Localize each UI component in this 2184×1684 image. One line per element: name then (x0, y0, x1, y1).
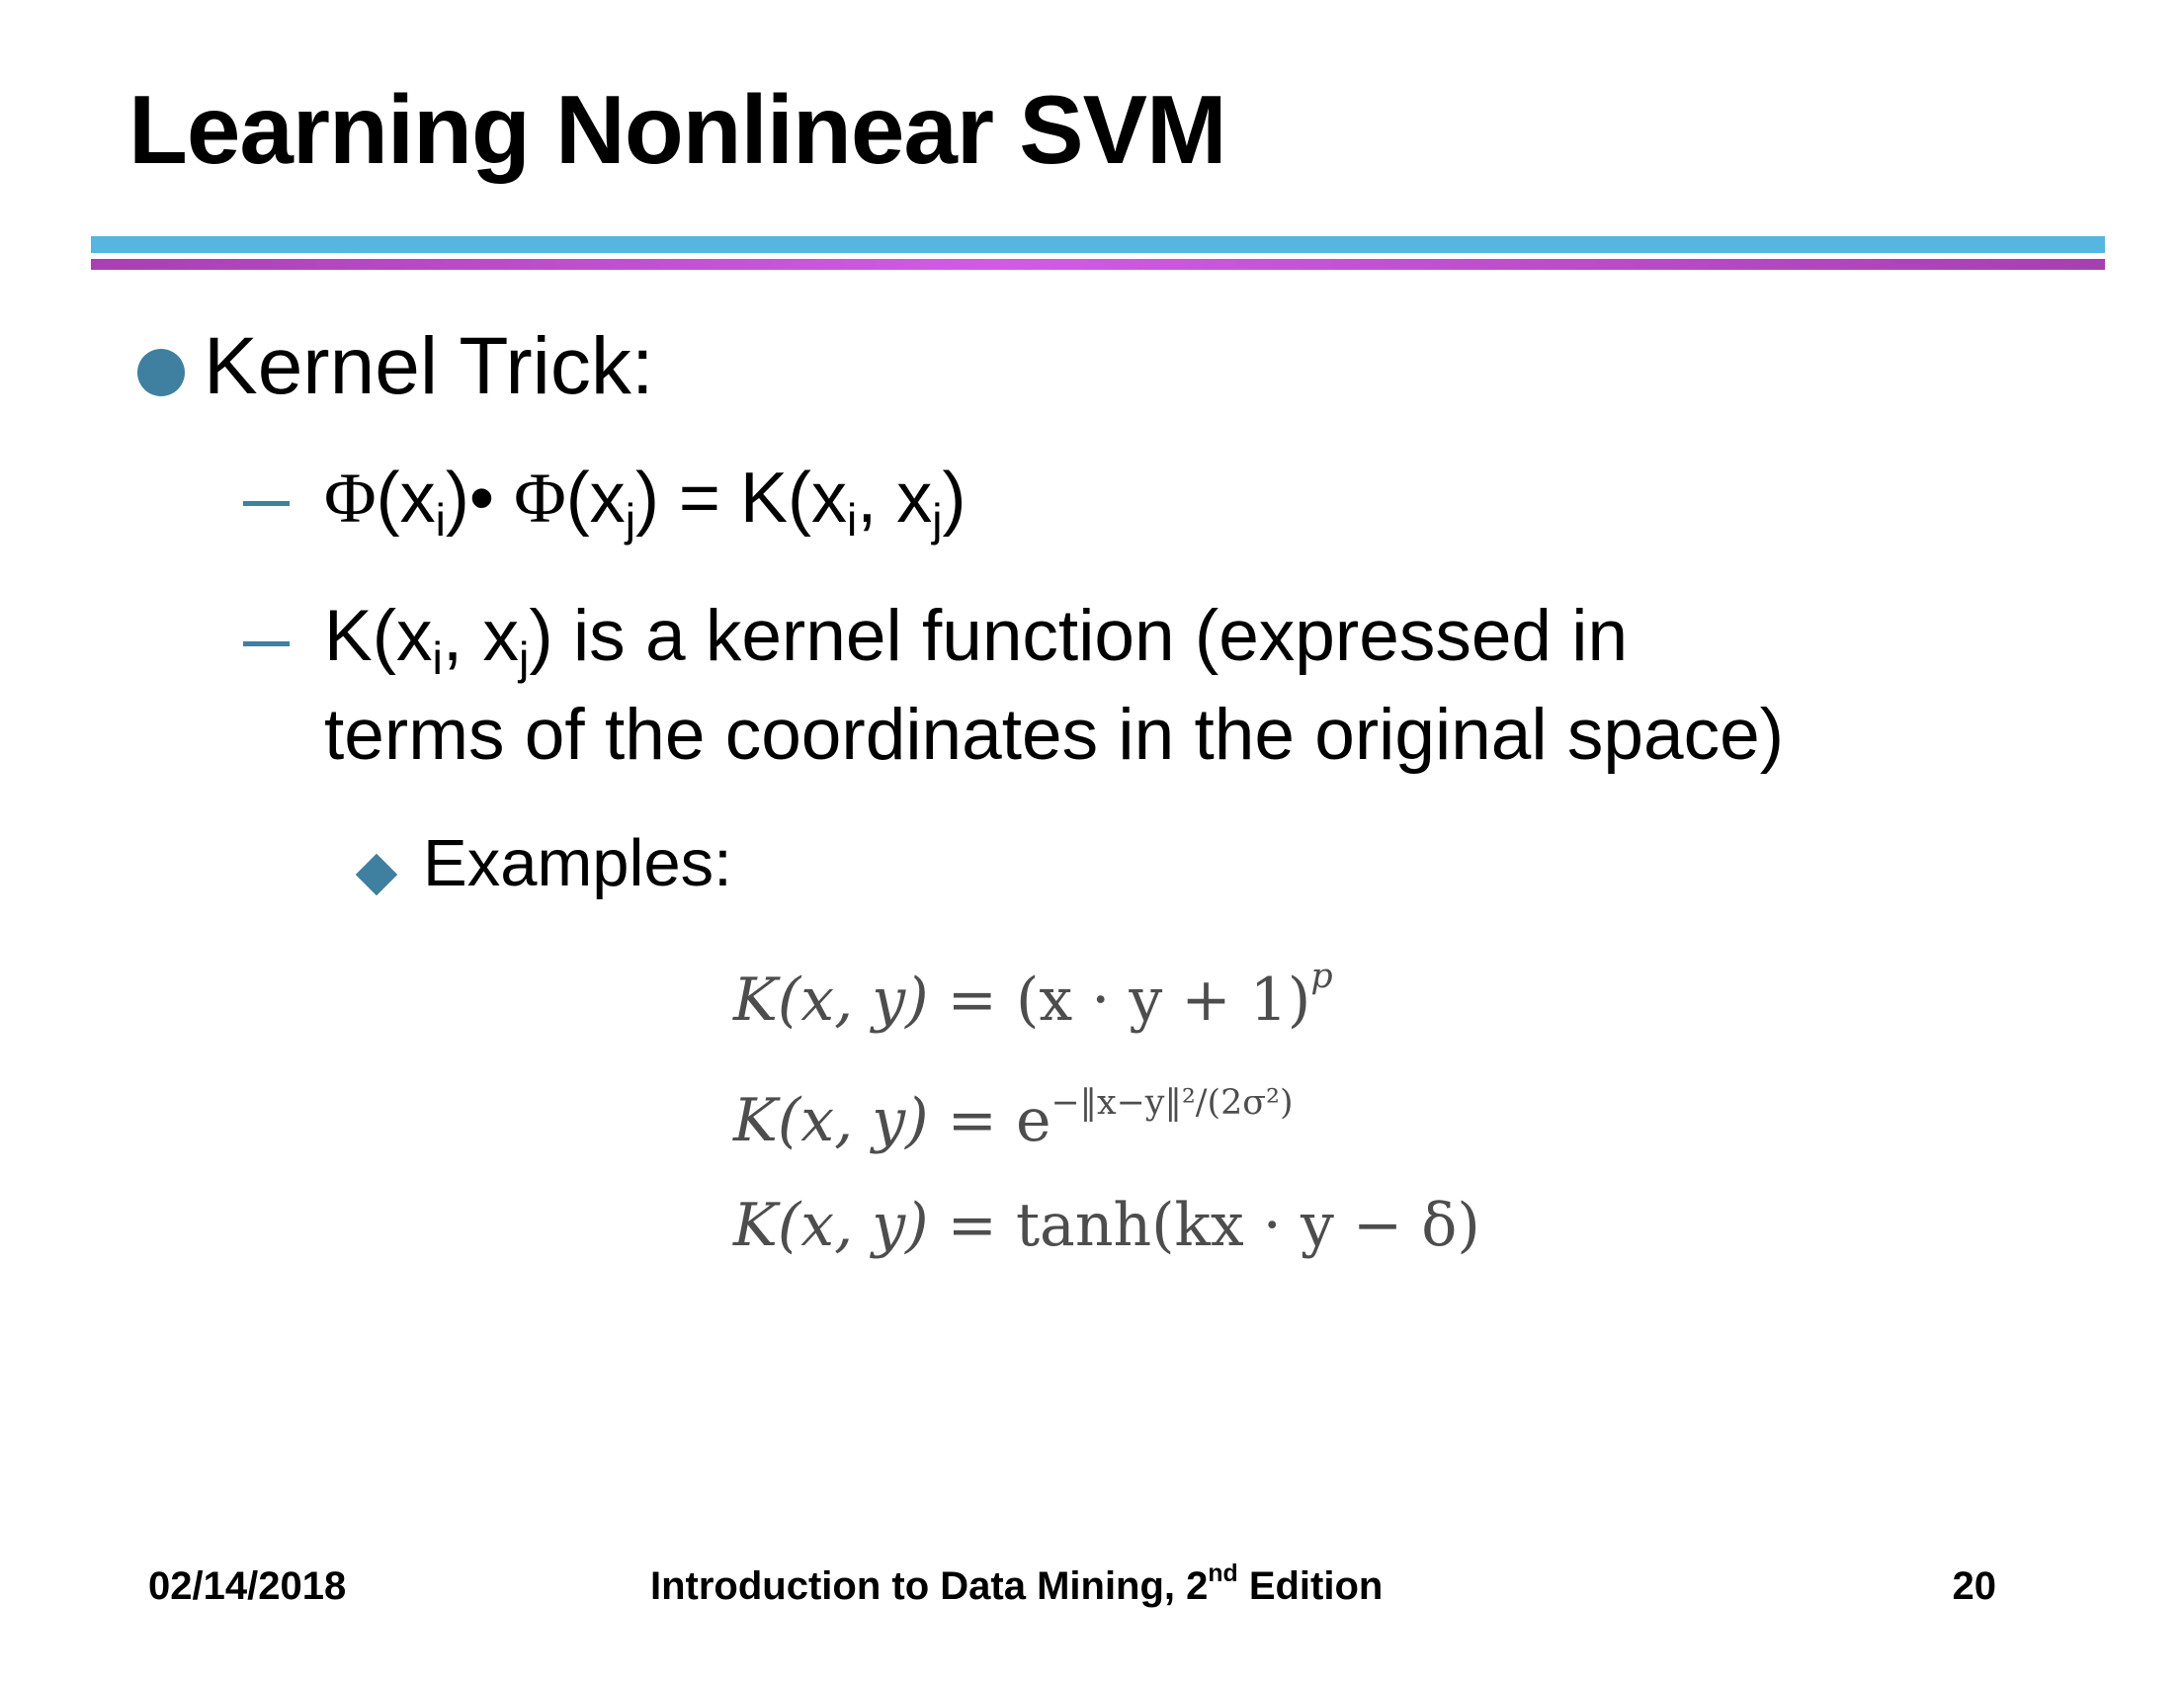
phi-symbol: Φ (324, 459, 377, 538)
gaussian-kernel-equation: K(x, y) = e−‖x−y‖²/(2σ²) (733, 1082, 1294, 1155)
footer-date: 02/14/2018 (148, 1564, 347, 1608)
kernel-function-line-2: terms of the coordinates in the original… (324, 695, 1785, 775)
polynomial-kernel-equation: K(x, y) = (x · y + 1)p (733, 956, 1333, 1035)
footer-book-title: Introduction to Data Mining, 2nd Edition (650, 1560, 1384, 1608)
title-rule-magenta (91, 259, 2105, 270)
footer-page-number: 20 (1952, 1564, 1997, 1608)
bullet-dot-icon (137, 349, 185, 396)
slide-title: Learning Nonlinear SVM (128, 75, 1227, 184)
dash-icon (243, 501, 290, 506)
kernel-function-line-1: K(xi, xj) is a kernel function (expresse… (324, 596, 1629, 685)
diamond-bullet-icon (355, 853, 398, 896)
examples-label: Examples: (423, 826, 732, 900)
phi-symbol: Φ (514, 459, 566, 538)
dash-icon (243, 641, 290, 646)
bullet-kernel-trick: Kernel Trick: (204, 321, 654, 411)
kernel-identity-line: Φ(xi)• Φ(xj) = K(xi, xj) (324, 459, 966, 546)
title-rule-blue (91, 236, 2105, 253)
sigmoid-kernel-equation: K(x, y) = tanh(kx · y − δ) (733, 1191, 1480, 1260)
